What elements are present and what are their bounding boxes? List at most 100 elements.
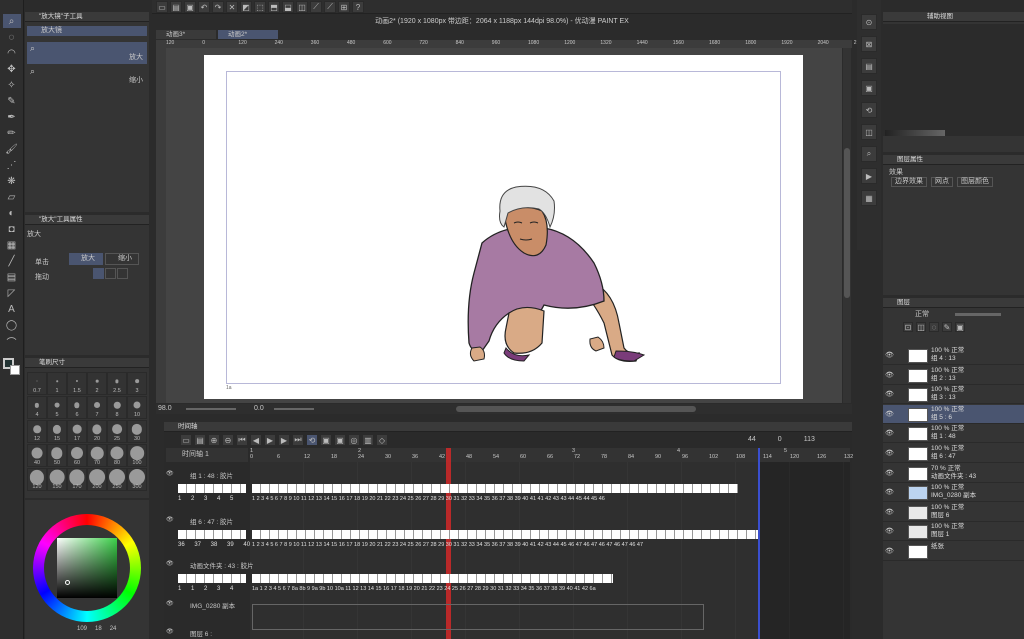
visibility-eye-icon[interactable]: 👁 [166,628,174,635]
figure-icon[interactable]: ╱ [3,254,21,268]
prev-frame-icon[interactable]: ◀ [250,434,262,446]
clip-icon[interactable]: ◫ [916,322,926,332]
onion-skin-icon[interactable]: ◎ [348,434,360,446]
visibility-eye-icon[interactable]: 👁 [885,429,894,437]
rotation-value[interactable]: 0.0 [254,405,264,412]
light-table-icon[interactable]: ▥ [362,434,374,446]
rotation-slider[interactable] [274,408,314,410]
next-frame-icon[interactable]: ▶ [278,434,290,446]
airbrush-icon[interactable]: ⋰ [3,158,21,172]
brush-size-cell[interactable]: 2.5 [107,372,127,395]
brush-size-cell[interactable]: 250 [107,468,127,491]
brush-tool-icon[interactable]: 🖌 [3,142,21,156]
saturation-value-square[interactable] [57,538,117,598]
layer-search-icon[interactable]: ⌕ [861,146,877,162]
zoom-in-timeline-icon[interactable]: ⊕ [208,434,220,446]
correct-line-icon[interactable]: ⌒ [3,334,21,349]
layer-row[interactable]: 👁 100 % 正常 图层 6 [883,502,1024,522]
zoom-out-timeline-icon[interactable]: ⊖ [222,434,234,446]
new-cel-icon[interactable]: ▣ [320,434,332,446]
layer-row[interactable]: 👁 100 % 正常组 2 : 13 [883,365,1024,385]
assign-cel-icon[interactable]: ▣ [334,434,346,446]
text-tool-icon[interactable]: A [3,302,21,316]
visibility-eye-icon[interactable]: 👁 [166,560,174,567]
brush-size-cell[interactable]: 40 [27,444,47,467]
layer-icon[interactable]: ▦ [861,190,877,206]
layer-row[interactable]: 👁 100 % 正常组 1 : 48 [883,424,1024,444]
draft-icon[interactable]: ✎ [942,322,952,332]
opacity-slider[interactable] [955,313,1001,316]
brush-size-cell[interactable]: 120 [27,468,47,491]
layer-row[interactable]: 👁 100 % 正常组 3 : 13 [883,385,1024,405]
brush-size-cell[interactable]: 6 [67,396,87,419]
brush-size-cell[interactable]: 10 [127,396,147,419]
item-bank-icon[interactable]: ▤ [861,58,877,74]
eyedropper-icon[interactable]: ✎ [3,94,21,108]
new-icon[interactable]: ▭ [156,1,168,13]
transform-icon[interactable]: ⬚ [254,1,266,13]
lock-icon[interactable]: ⊡ [903,322,913,332]
decoration-icon[interactable]: ❋ [3,174,21,188]
visibility-eye-icon[interactable]: 👁 [885,351,894,359]
layer-color-button[interactable]: 图层颜色 [957,177,993,187]
brush-size-cell[interactable]: 4 [27,396,47,419]
loop-icon[interactable]: ⟲ [306,434,318,446]
last-frame-icon[interactable]: ⏭ [292,434,304,446]
track-name[interactable]: 组 1 : 48 : 胶片 [190,470,233,480]
vertical-scrollbar[interactable] [843,48,851,403]
visibility-eye-icon[interactable]: 👁 [885,390,894,398]
visibility-eye-icon[interactable]: 👁 [885,508,894,516]
brush-size-cell[interactable]: 300 [127,468,147,491]
track-name[interactable]: 组 6 : 47 : 胶片 [190,516,233,526]
brush-size-cell[interactable]: 30 [127,420,147,443]
play-icon[interactable]: ▶ [264,434,276,446]
brush-size-cell[interactable]: 200 [87,468,107,491]
drag-mode-option[interactable] [117,268,128,279]
drag-mode-option[interactable] [93,268,104,279]
tab-animation-3[interactable]: 动画3* [156,30,216,39]
eraser-icon[interactable]: ▱ [3,190,21,204]
select-all-icon[interactable]: ⬒ [268,1,280,13]
layer-row[interactable]: 👁 纸张 [883,542,1024,561]
brush-size-cell[interactable]: 170 [67,468,87,491]
visibility-eye-icon[interactable]: 👁 [885,547,894,555]
visibility-eye-icon[interactable]: 👁 [885,410,894,418]
material-icon[interactable]: ◫ [861,124,877,140]
zoom-tool-icon[interactable]: ⌕ [2,14,21,28]
history-icon[interactable]: ⟲ [861,102,877,118]
brush-size-cell[interactable]: 2 [87,372,107,395]
brush-size-cell[interactable]: 8 [107,396,127,419]
ruler-icon[interactable]: ◸ [3,286,21,300]
fill-icon[interactable]: ◩ [240,1,252,13]
current-frame[interactable]: 44 [748,436,756,443]
brush-size-cell[interactable]: 1 [47,372,67,395]
snap-ruler-icon[interactable]: ⟋ [310,1,322,13]
brush-size-cell[interactable]: 3 [127,372,147,395]
auto-select-icon[interactable]: ✧ [3,78,21,92]
border-effect-button[interactable]: 边界效果 [891,177,927,187]
sub-tool-zoom-magnifier[interactable]: 放大镜 [27,26,147,36]
track-name[interactable]: 动画文件夹 : 43 : 胶片 [190,560,254,570]
brush-size-cell[interactable]: 70 [87,444,107,467]
fill-tool-icon[interactable]: ◘ [3,222,21,236]
brush-size-cell[interactable]: 150 [47,468,67,491]
layer-row[interactable]: 👁 100 % 正常 图层 1 [883,522,1024,542]
zoom-value[interactable]: 98.0 [158,405,172,412]
track-cels[interactable] [252,574,613,583]
visibility-eye-icon[interactable]: 👁 [885,527,894,535]
sub-view-area[interactable] [883,24,1024,136]
brush-size-cell[interactable]: 5 [47,396,67,419]
visibility-eye-icon[interactable]: 👁 [885,371,894,379]
tab-animation-2[interactable]: 动画2* [218,30,278,39]
brush-size-cell[interactable]: 15 [47,420,67,443]
brush-size-cell[interactable]: 17 [67,420,87,443]
sub-color-swatch[interactable] [10,365,20,375]
zoom-slider[interactable] [186,408,236,410]
brush-size-cell[interactable]: 50 [47,444,67,467]
deselect-icon[interactable]: ⬓ [282,1,294,13]
move-tool-icon[interactable]: ✥ [3,62,21,76]
new-timeline-icon[interactable]: ▭ [180,434,192,446]
track-cels[interactable] [252,604,704,630]
visibility-eye-icon[interactable]: 👁 [166,470,174,477]
tone-button[interactable]: 网点 [931,177,953,187]
